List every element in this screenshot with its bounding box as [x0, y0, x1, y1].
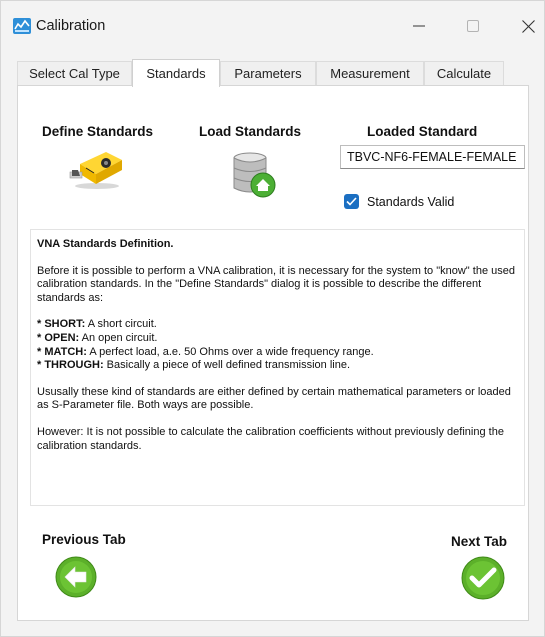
maximize-icon [467, 20, 479, 32]
previous-tab-button[interactable] [55, 556, 97, 603]
tab-parameters[interactable]: Parameters [220, 61, 316, 85]
loaded-standard-label: Loaded Standard [367, 124, 478, 139]
list-item: * MATCH: A perfect load, a.e. 50 Ohms ov… [37, 346, 518, 360]
tab-label: Parameters [234, 66, 302, 81]
previous-tab-label: Previous Tab [42, 532, 126, 547]
standards-valid-label: Standards Valid [367, 195, 455, 209]
standards-list: * SHORT: A short circuit. * OPEN: An ope… [37, 318, 518, 372]
item-text: A short circuit. [85, 318, 157, 331]
description-para3: However: It is not possible to calculate… [37, 425, 504, 452]
minimize-icon [413, 25, 425, 27]
load-standards-button[interactable] [232, 150, 278, 205]
title-bar: Calibration [1, 1, 544, 49]
calibration-window: Calibration Select Cal Type Standards Pa… [0, 0, 545, 637]
list-item: * OPEN: An open circuit. [37, 332, 518, 346]
item-key: * THROUGH: [37, 359, 104, 372]
description-para2: Ususally these kind of standards are eit… [37, 385, 511, 412]
checkmark-icon [346, 197, 357, 206]
close-icon [521, 19, 535, 33]
tab-calculate[interactable]: Calculate [424, 61, 504, 85]
minimize-button[interactable] [399, 11, 439, 41]
item-text: A perfect load, a.e. 50 Ohms over a wide… [86, 345, 374, 358]
item-text: An open circuit. [79, 331, 158, 344]
arrow-left-circle-icon [55, 556, 97, 598]
checkmark-circle-icon [461, 556, 505, 600]
loaded-standard-field[interactable]: TBVC-NF6-FEMALE-FEMALE [340, 145, 525, 169]
define-standards-label: Define Standards [42, 124, 154, 139]
window-title: Calibration [36, 18, 106, 34]
tab-select-cal-type[interactable]: Select Cal Type [17, 61, 132, 85]
tab-measurement[interactable]: Measurement [316, 61, 424, 85]
tab-label: Select Cal Type [29, 66, 120, 81]
tab-label: Standards [146, 66, 206, 81]
item-key: * MATCH: [37, 345, 87, 358]
tab-label: Calculate [436, 66, 492, 81]
standards-panel: Define Standards Load Standards Loaded S… [17, 85, 529, 621]
tape-measure-icon [69, 152, 122, 189]
item-key: * OPEN: [37, 331, 80, 344]
tab-standards[interactable]: Standards [132, 59, 220, 87]
next-tab-button[interactable] [461, 556, 505, 605]
item-key: * SHORT: [37, 318, 86, 331]
database-home-icon [233, 152, 276, 198]
list-item: * THROUGH: Basically a piece of well def… [37, 359, 518, 373]
tab-label: Measurement [330, 66, 410, 81]
maximize-button[interactable] [453, 11, 493, 41]
standards-valid-checkbox[interactable] [344, 194, 359, 209]
item-text: Basically a piece of well defined transm… [103, 359, 351, 372]
description-heading: VNA Standards Definition. [37, 238, 174, 250]
standards-description: VNA Standards Definition. Before it is p… [30, 229, 525, 506]
description-intro: Before it is possible to perform a VNA c… [37, 264, 515, 304]
calibration-app-icon [13, 18, 31, 34]
load-standards-label: Load Standards [199, 124, 302, 139]
list-item: * SHORT: A short circuit. [37, 318, 518, 332]
close-button[interactable] [508, 11, 545, 41]
define-standards-button[interactable] [66, 146, 128, 197]
next-tab-label: Next Tab [451, 534, 508, 549]
